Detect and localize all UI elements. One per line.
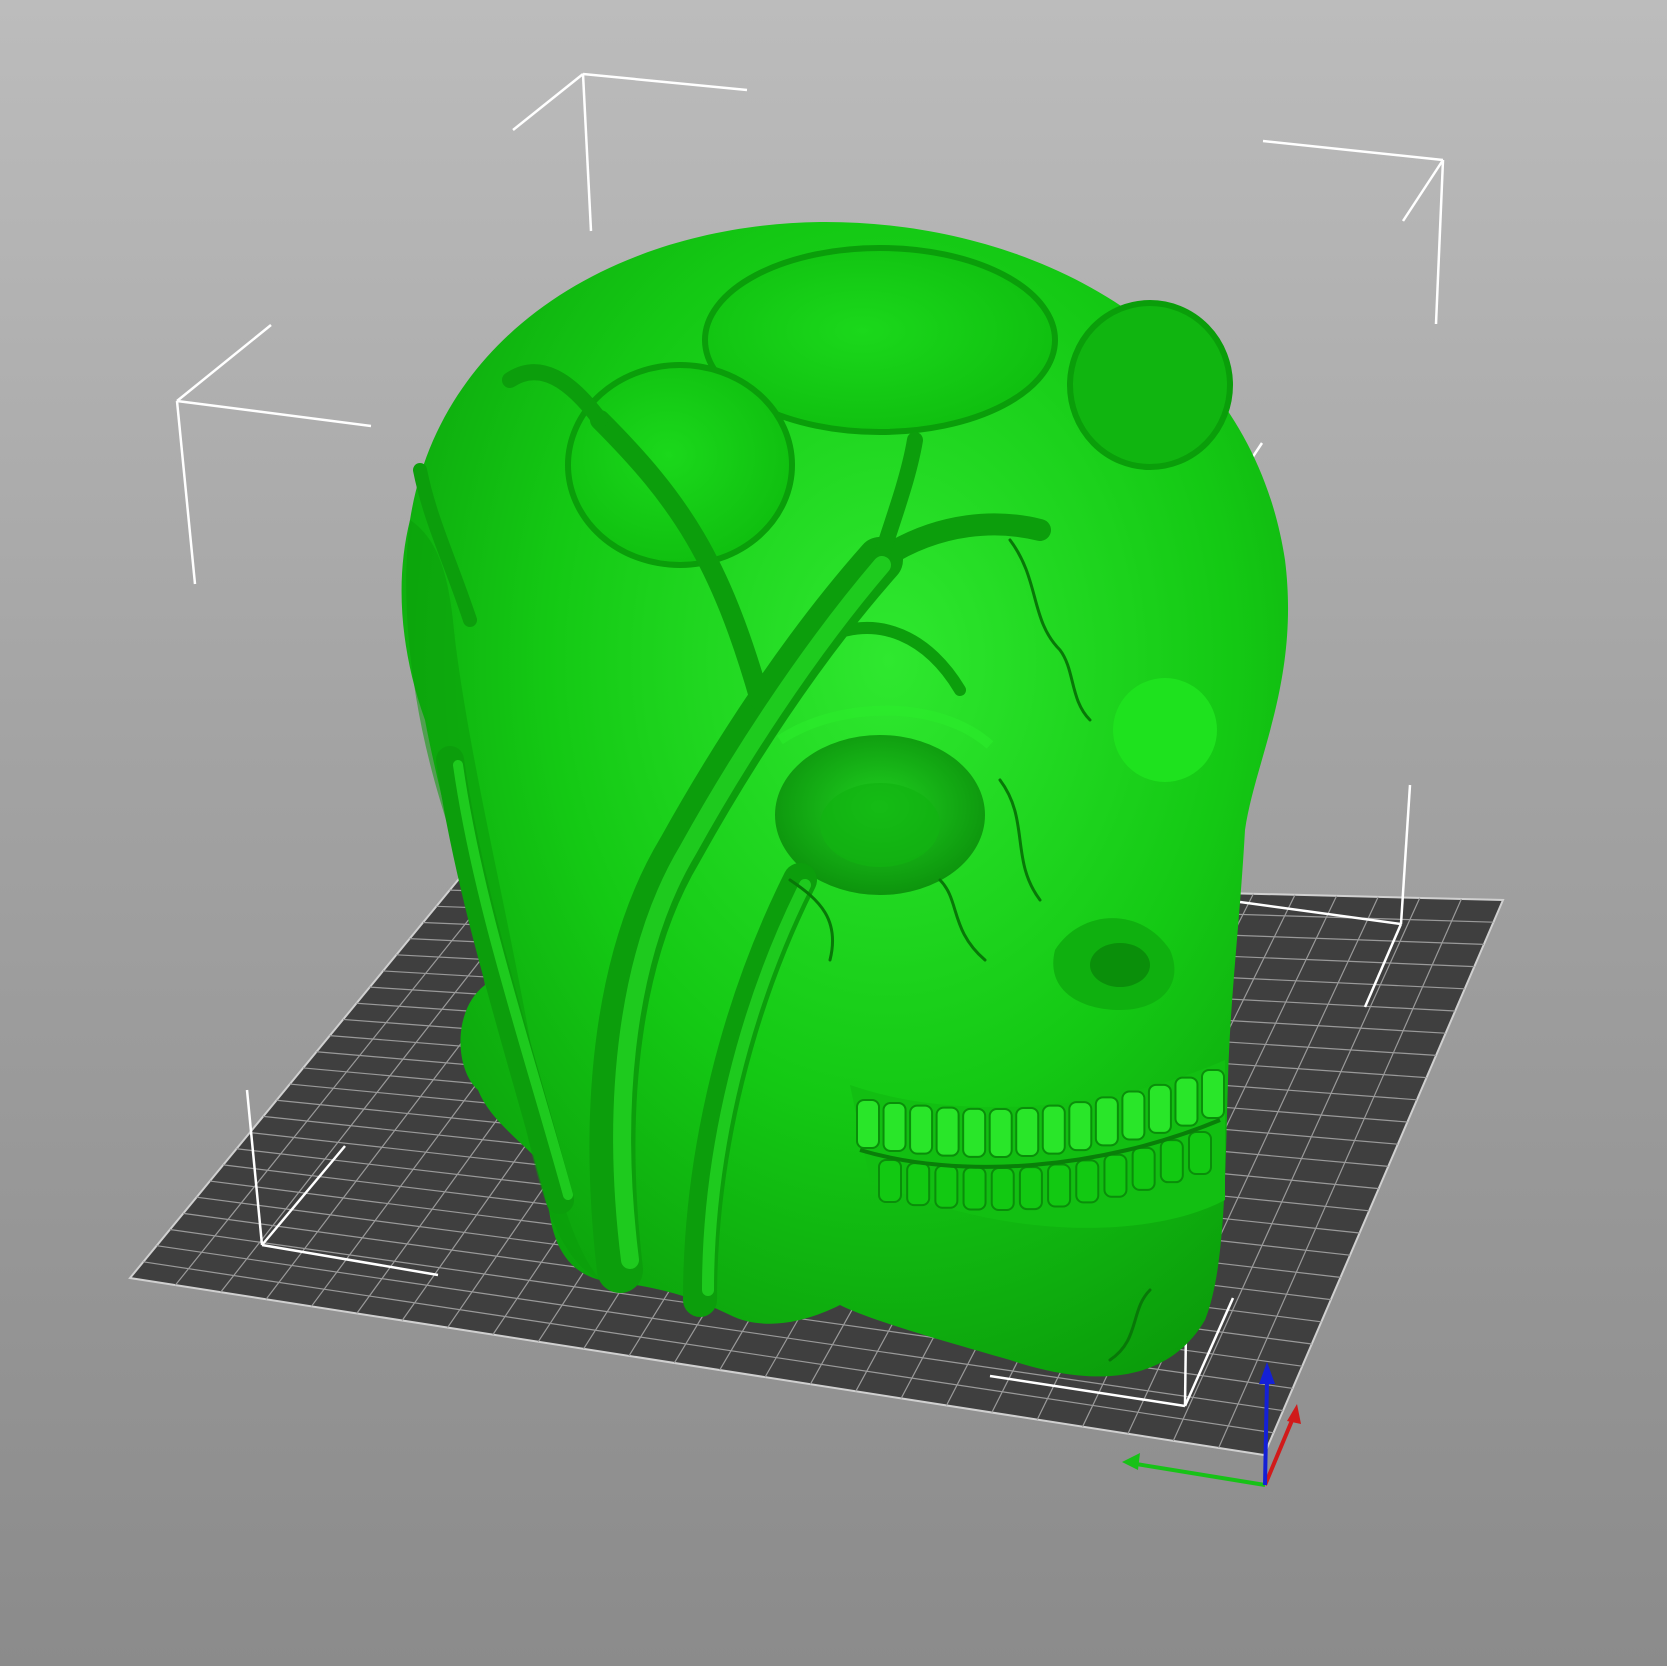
bounding-box-edge [581, 73, 593, 232]
axis-z [1263, 1379, 1269, 1486]
bounding-box-edge [1262, 139, 1444, 162]
bounding-box-edge [512, 73, 584, 131]
skull-nostril [1090, 943, 1150, 987]
lower-tooth [1103, 1153, 1128, 1198]
lower-tooth [878, 1159, 902, 1203]
lower-tooth [906, 1162, 931, 1207]
bounding-box-edge [176, 399, 372, 428]
skull-left-disc [565, 362, 795, 568]
3d-viewport[interactable] [0, 0, 1667, 1666]
lower-tooth [1131, 1146, 1156, 1191]
lower-tooth [1159, 1139, 1184, 1184]
bounding-box-edge [1434, 159, 1445, 325]
axis-y-arrow [1122, 1453, 1140, 1470]
upper-tooth [1147, 1083, 1172, 1134]
axis-x-arrow [1287, 1404, 1301, 1424]
upper-tooth [1015, 1106, 1040, 1157]
upper-tooth [909, 1104, 934, 1155]
bounding-box-edge [175, 400, 197, 585]
upper-tooth [856, 1099, 880, 1149]
bounding-box-edge [1401, 159, 1445, 222]
skull-eye-inner [820, 783, 940, 867]
skull-ear-disc [1113, 678, 1217, 782]
bounding-box-edge [176, 324, 272, 402]
upper-tooth [1121, 1090, 1146, 1141]
upper-tooth [882, 1101, 907, 1152]
lower-tooth [1047, 1163, 1072, 1208]
bounding-box-edge [582, 72, 748, 92]
upper-tooth [962, 1107, 987, 1158]
lower-tooth [962, 1166, 987, 1211]
lower-tooth [1075, 1159, 1100, 1204]
upper-tooth [1201, 1069, 1225, 1119]
axis-y [1129, 1461, 1266, 1487]
upper-tooth [1094, 1096, 1119, 1147]
lower-tooth [990, 1167, 1015, 1212]
lower-tooth [1188, 1131, 1212, 1175]
upper-tooth [1041, 1104, 1066, 1155]
upper-tooth [935, 1106, 960, 1157]
upper-tooth [988, 1108, 1013, 1159]
lower-tooth [1018, 1166, 1043, 1211]
upper-tooth [1068, 1101, 1093, 1152]
lower-tooth [934, 1164, 959, 1209]
skull-right-disc [1067, 300, 1233, 470]
upper-tooth [1174, 1076, 1199, 1127]
